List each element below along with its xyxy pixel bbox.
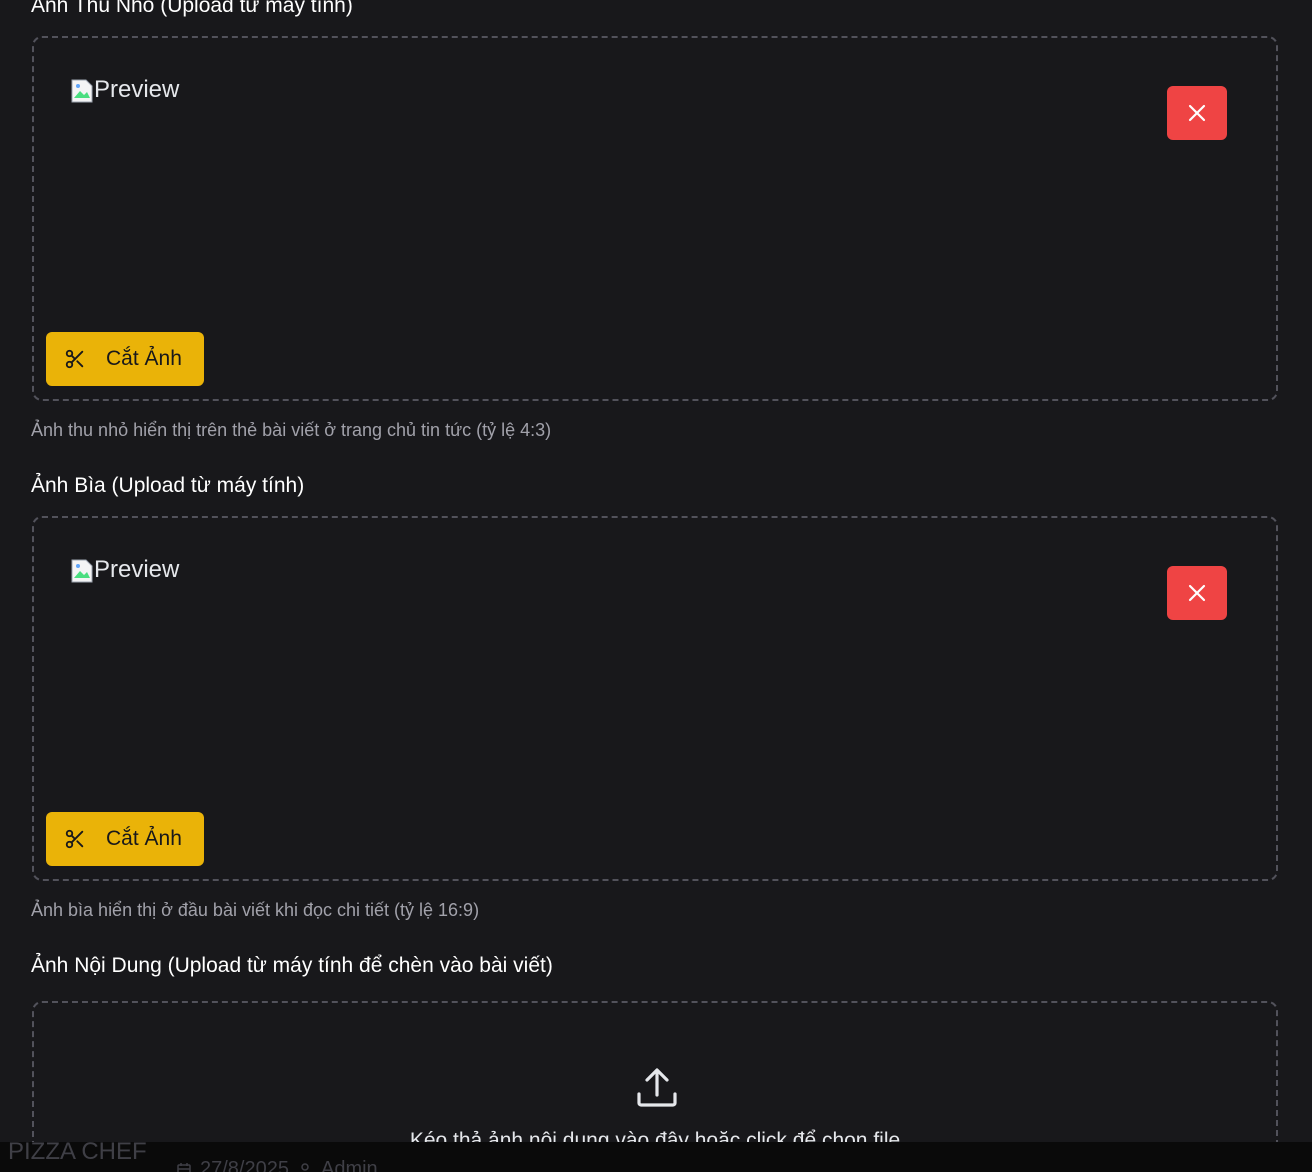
broken-image-icon [70, 78, 94, 103]
close-icon [1188, 104, 1206, 122]
post-meta: 27/8/2025 Admin [176, 1158, 378, 1172]
image-upload-form: Ảnh Thu Nhỏ (Upload từ máy tính) Preview [0, 0, 1312, 1172]
thumbnail-label: Ảnh Thu Nhỏ (Upload từ máy tính) [31, 0, 353, 17]
user-icon [301, 1162, 309, 1171]
cover-preview-alt: Preview [94, 556, 180, 583]
cover-hint: Ảnh bìa hiển thị ở đầu bài viết khi đọc … [31, 900, 480, 920]
remove-thumbnail-button[interactable] [1167, 86, 1227, 140]
post-date: 27/8/2025 [200, 1158, 289, 1172]
thumbnail-dropzone[interactable]: Preview Cắt Ảnh [32, 36, 1278, 401]
thumbnail-hint: Ảnh thu nhỏ hiển thị trên thẻ bài viết ở… [31, 420, 552, 440]
calendar-icon [177, 1162, 191, 1172]
post-author: Admin [320, 1158, 378, 1172]
broken-image-icon [70, 558, 94, 583]
crop-thumbnail-button[interactable]: Cắt Ảnh [46, 332, 204, 386]
cover-label: Ảnh Bìa (Upload từ máy tính) [31, 474, 305, 497]
thumbnail-preview-alt: Preview [94, 76, 180, 103]
scissors-icon [65, 349, 84, 369]
crop-cover-label: Cắt Ảnh [106, 827, 182, 850]
scissors-icon [65, 829, 84, 849]
brand-name: PIZZA CHEF [8, 1142, 147, 1165]
cover-preview-image: Preview [70, 556, 179, 584]
bottom-overlay-bar: PIZZA CHEF 27/8/2025 Admin [0, 1142, 1312, 1172]
thumbnail-preview-image: Preview [70, 76, 179, 104]
crop-thumbnail-label: Cắt Ảnh [106, 347, 182, 370]
content-images-label: Ảnh Nội Dung (Upload từ máy tính để chèn… [31, 954, 553, 977]
remove-cover-button[interactable] [1167, 566, 1227, 620]
close-icon [1188, 584, 1206, 602]
cover-dropzone[interactable]: Preview Cắt Ảnh [32, 516, 1278, 881]
upload-icon [637, 1068, 677, 1107]
crop-cover-button[interactable]: Cắt Ảnh [46, 812, 204, 866]
